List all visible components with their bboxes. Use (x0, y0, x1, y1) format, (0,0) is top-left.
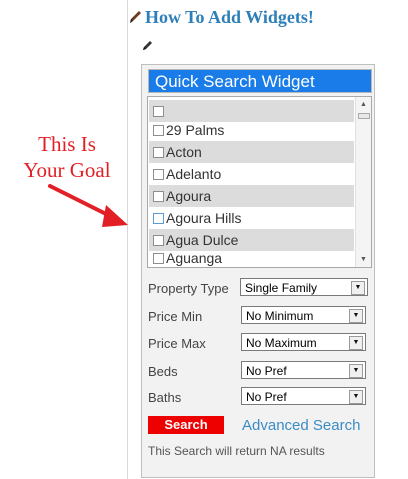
city-checkbox[interactable] (153, 168, 164, 180)
beds-value: No Pref (246, 364, 287, 378)
city-listbox[interactable]: 29 Palms Acton Adelanto Agoura Agoura Hi… (147, 96, 372, 268)
city-label: 29 Palms (166, 122, 225, 138)
list-item[interactable]: Acton (149, 141, 354, 163)
chevron-down-icon[interactable]: ▼ (349, 336, 363, 350)
results-note: This Search will return NA results (148, 444, 325, 458)
property-type-select[interactable]: Single Family ▼ (240, 278, 368, 296)
city-label: Agua Dulce (166, 232, 239, 248)
price-min-value: No Minimum (246, 309, 314, 323)
city-label: Aguanga (166, 250, 223, 266)
goal-annotation: This Is Your Goal (12, 131, 122, 183)
search-button[interactable]: Search (148, 416, 224, 434)
list-item[interactable]: Agoura (149, 185, 354, 207)
baths-value: No Pref (246, 390, 287, 404)
beds-select[interactable]: No Pref ▼ (241, 361, 366, 379)
page-divider (127, 0, 128, 479)
property-type-value: Single Family (245, 281, 318, 295)
price-max-label: Price Max (148, 336, 206, 351)
price-max-value: No Maximum (246, 336, 317, 350)
page-title-text: How To Add Widgets! (145, 6, 314, 27)
baths-select[interactable]: No Pref ▼ (241, 387, 366, 405)
list-item[interactable]: 29 Palms (149, 119, 354, 141)
scroll-thumb[interactable] (358, 113, 370, 119)
advanced-search-link[interactable]: Advanced Search (242, 417, 360, 434)
price-min-label: Price Min (148, 309, 203, 324)
city-checkbox[interactable] (153, 212, 164, 224)
city-checkbox[interactable] (153, 146, 164, 158)
city-label: Acton (166, 144, 202, 160)
goal-annotation-line2: Your Goal (23, 158, 111, 182)
property-type-label: Property Type (148, 281, 229, 296)
city-label: Agoura Hills (166, 210, 242, 226)
city-checkbox[interactable] (153, 190, 164, 202)
city-checkbox[interactable] (153, 124, 164, 136)
price-max-select[interactable]: No Maximum ▼ (241, 333, 366, 351)
widget-header: Quick Search Widget (148, 69, 372, 93)
beds-label: Beds (148, 364, 178, 379)
baths-label: Baths (148, 390, 182, 405)
pencil-icon (130, 11, 141, 23)
list-scrollbar[interactable]: ▲ ▼ (355, 97, 371, 267)
city-label: Adelanto (166, 166, 222, 182)
city-checkbox[interactable] (153, 252, 164, 264)
arrow-right-icon (48, 184, 128, 227)
chevron-down-icon[interactable]: ▼ (349, 390, 363, 404)
list-item[interactable]: Agoura Hills (149, 207, 354, 229)
price-min-select[interactable]: No Minimum ▼ (241, 306, 366, 324)
chevron-down-icon[interactable]: ▼ (351, 281, 365, 295)
city-label: Agoura (166, 188, 212, 204)
city-checkbox[interactable] (153, 234, 164, 246)
list-item[interactable]: Aguanga (149, 247, 354, 267)
scroll-up-icon[interactable]: ▲ (360, 101, 367, 108)
chevron-down-icon[interactable]: ▼ (349, 309, 363, 323)
scroll-down-icon[interactable]: ▼ (360, 256, 367, 263)
goal-annotation-line1: This Is (38, 132, 96, 156)
pencil-icon[interactable] (141, 38, 153, 52)
chevron-down-icon[interactable]: ▼ (349, 364, 363, 378)
city-checkbox[interactable] (153, 105, 164, 117)
list-item[interactable]: Adelanto (149, 163, 354, 185)
page-title[interactable]: How To Add Widgets! (128, 6, 314, 28)
